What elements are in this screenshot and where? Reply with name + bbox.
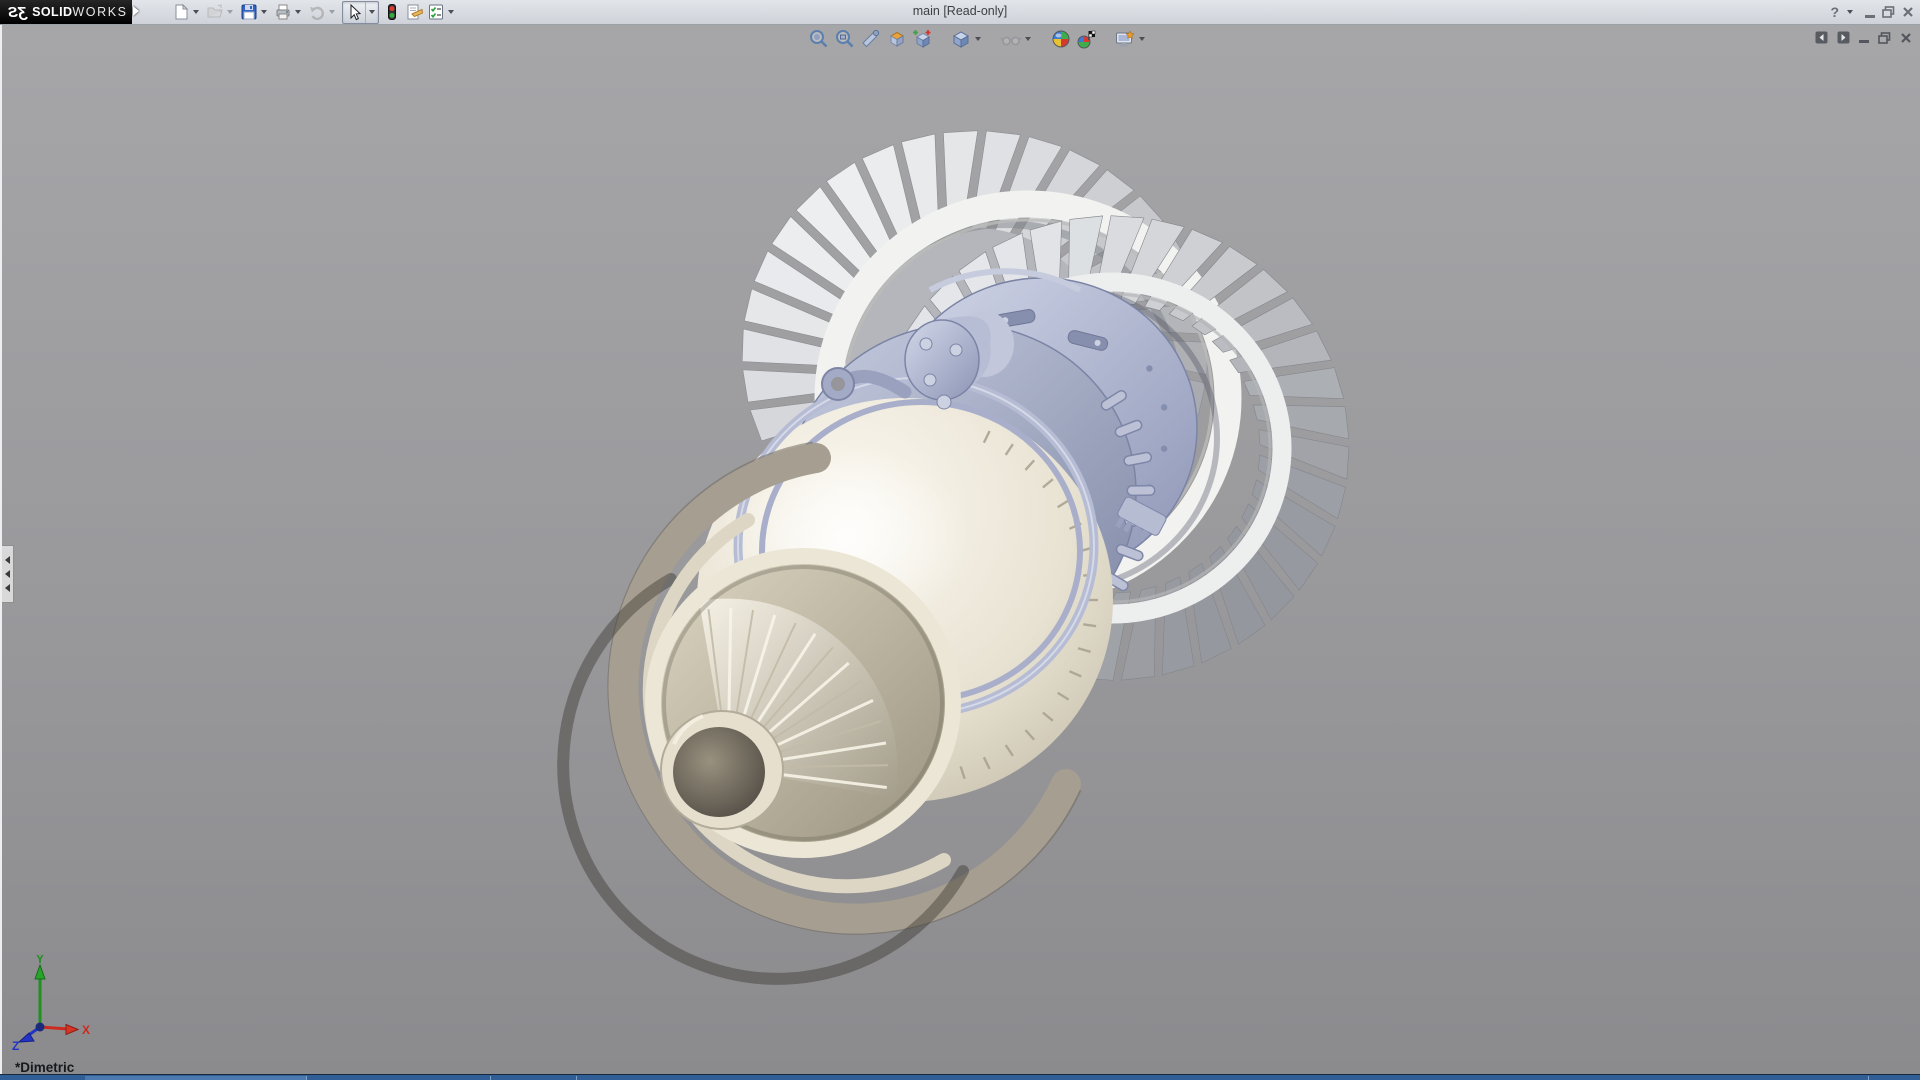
view-settings-dropdown[interactable]	[1139, 37, 1145, 41]
titlebar: ƷS SOLID WORKS main [Read-only] ?	[0, 0, 1920, 25]
edit-appearance-button[interactable]	[1050, 28, 1072, 50]
solidworks-logo-text: SOLID	[32, 5, 73, 19]
display-style-button[interactable]	[950, 28, 972, 50]
view-orientation-label: *Dimetric	[15, 1060, 75, 1075]
display-style-icon	[952, 31, 970, 48]
select-cursor-icon	[350, 3, 362, 20]
help-button[interactable]: ?	[1830, 4, 1839, 20]
collapse-arrow-icon	[5, 584, 10, 592]
open-document-icon	[207, 4, 223, 18]
zoom-to-area-button[interactable]	[834, 28, 856, 50]
hide-show-items-button[interactable]	[1000, 28, 1022, 50]
select-tool-dropdown[interactable]	[366, 2, 378, 23]
undo-dropdown[interactable]	[329, 10, 335, 14]
save-icon	[241, 4, 257, 20]
view-settings-icon	[1116, 30, 1135, 47]
new-document-icon	[175, 3, 189, 20]
options-button[interactable]	[426, 2, 446, 22]
file-properties-button[interactable]	[404, 2, 424, 22]
open-document-dropdown[interactable]	[227, 10, 233, 14]
help-dropdown[interactable]	[1847, 10, 1853, 14]
triad-z-label: Z	[12, 1039, 19, 1050]
apply-scene-button[interactable]	[1076, 28, 1098, 50]
taskbar-divider	[490, 1076, 491, 1080]
undo-icon	[310, 6, 325, 21]
close-button[interactable]	[1902, 6, 1914, 18]
minimize-button[interactable]	[1865, 14, 1875, 18]
view-orientation-button[interactable]	[886, 28, 908, 50]
solidworks-logo-glyph: ƷS	[8, 3, 28, 21]
taskbar-edge[interactable]	[0, 1074, 1920, 1080]
solidworks-logo: ƷS SOLID WORKS	[0, 0, 132, 24]
taskbar-segment	[85, 1076, 306, 1080]
triad-y-label: Y	[36, 955, 44, 966]
print-dropdown[interactable]	[295, 10, 301, 14]
document-minimize-button[interactable]	[1859, 40, 1869, 43]
save-dropdown[interactable]	[261, 10, 267, 14]
collapse-arrow-icon	[5, 556, 10, 564]
orientation-triad[interactable]: Y X Z	[10, 955, 100, 1050]
heads-up-view-toolbar	[806, 28, 1150, 50]
undo-button[interactable]	[307, 2, 327, 22]
zoom-to-fit-icon	[810, 30, 828, 48]
taskbar-divider	[1868, 1076, 1869, 1080]
taskbar-divider	[306, 1076, 307, 1080]
apply-scene-icon	[1077, 30, 1096, 49]
window-controls: ?	[1830, 0, 1914, 24]
options-dropdown[interactable]	[448, 10, 454, 14]
document-close-button[interactable]	[1900, 32, 1912, 44]
collapse-arrow-icon	[5, 570, 10, 578]
next-pane-button[interactable]	[1837, 31, 1850, 44]
print-button[interactable]	[273, 2, 293, 22]
standard-toolbar	[170, 0, 459, 24]
triad-x-label: X	[82, 1023, 90, 1037]
restore-button[interactable]	[1882, 6, 1895, 18]
select-tool-group	[342, 0, 379, 24]
view-orientation-icon	[890, 31, 904, 47]
menu-expand-arrow-icon[interactable]	[133, 6, 139, 16]
new-document-dropdown[interactable]	[193, 10, 199, 14]
traffic-light-icon	[388, 4, 396, 20]
save-button[interactable]	[239, 2, 259, 22]
zoom-to-area-icon	[836, 30, 854, 48]
document-window-controls	[1815, 31, 1912, 44]
exhaust-nozzle	[660, 710, 784, 830]
previous-view-icon	[913, 30, 931, 48]
previous-pane-button[interactable]	[1815, 31, 1828, 44]
display-style-dropdown[interactable]	[975, 37, 981, 41]
print-icon	[276, 4, 290, 20]
3d-model-jet-engine[interactable]	[0, 0, 1920, 1080]
options-checklist-icon	[429, 4, 443, 20]
section-view-button[interactable]	[860, 28, 882, 50]
hide-show-items-dropdown[interactable]	[1025, 37, 1031, 41]
document-restore-button[interactable]	[1878, 31, 1891, 44]
rebuild-button[interactable]	[382, 2, 402, 22]
viewport[interactable]: Y X Z *Dimetric	[0, 25, 1920, 1075]
zoom-to-fit-button[interactable]	[808, 28, 830, 50]
eyeglasses-icon	[1000, 36, 1022, 46]
previous-view-button[interactable]	[912, 28, 934, 50]
open-document-button[interactable]	[205, 2, 225, 22]
select-tool-button[interactable]	[343, 1, 366, 23]
taskbar-divider	[576, 1076, 577, 1080]
document-title: main [Read-only]	[912, 4, 1008, 18]
panel-collapse-tab[interactable]	[2, 545, 14, 603]
view-settings-button[interactable]	[1114, 28, 1136, 50]
section-view-icon	[862, 29, 880, 48]
file-properties-icon	[407, 4, 423, 20]
new-document-button[interactable]	[171, 2, 191, 22]
appearance-ball-icon	[1052, 30, 1070, 48]
